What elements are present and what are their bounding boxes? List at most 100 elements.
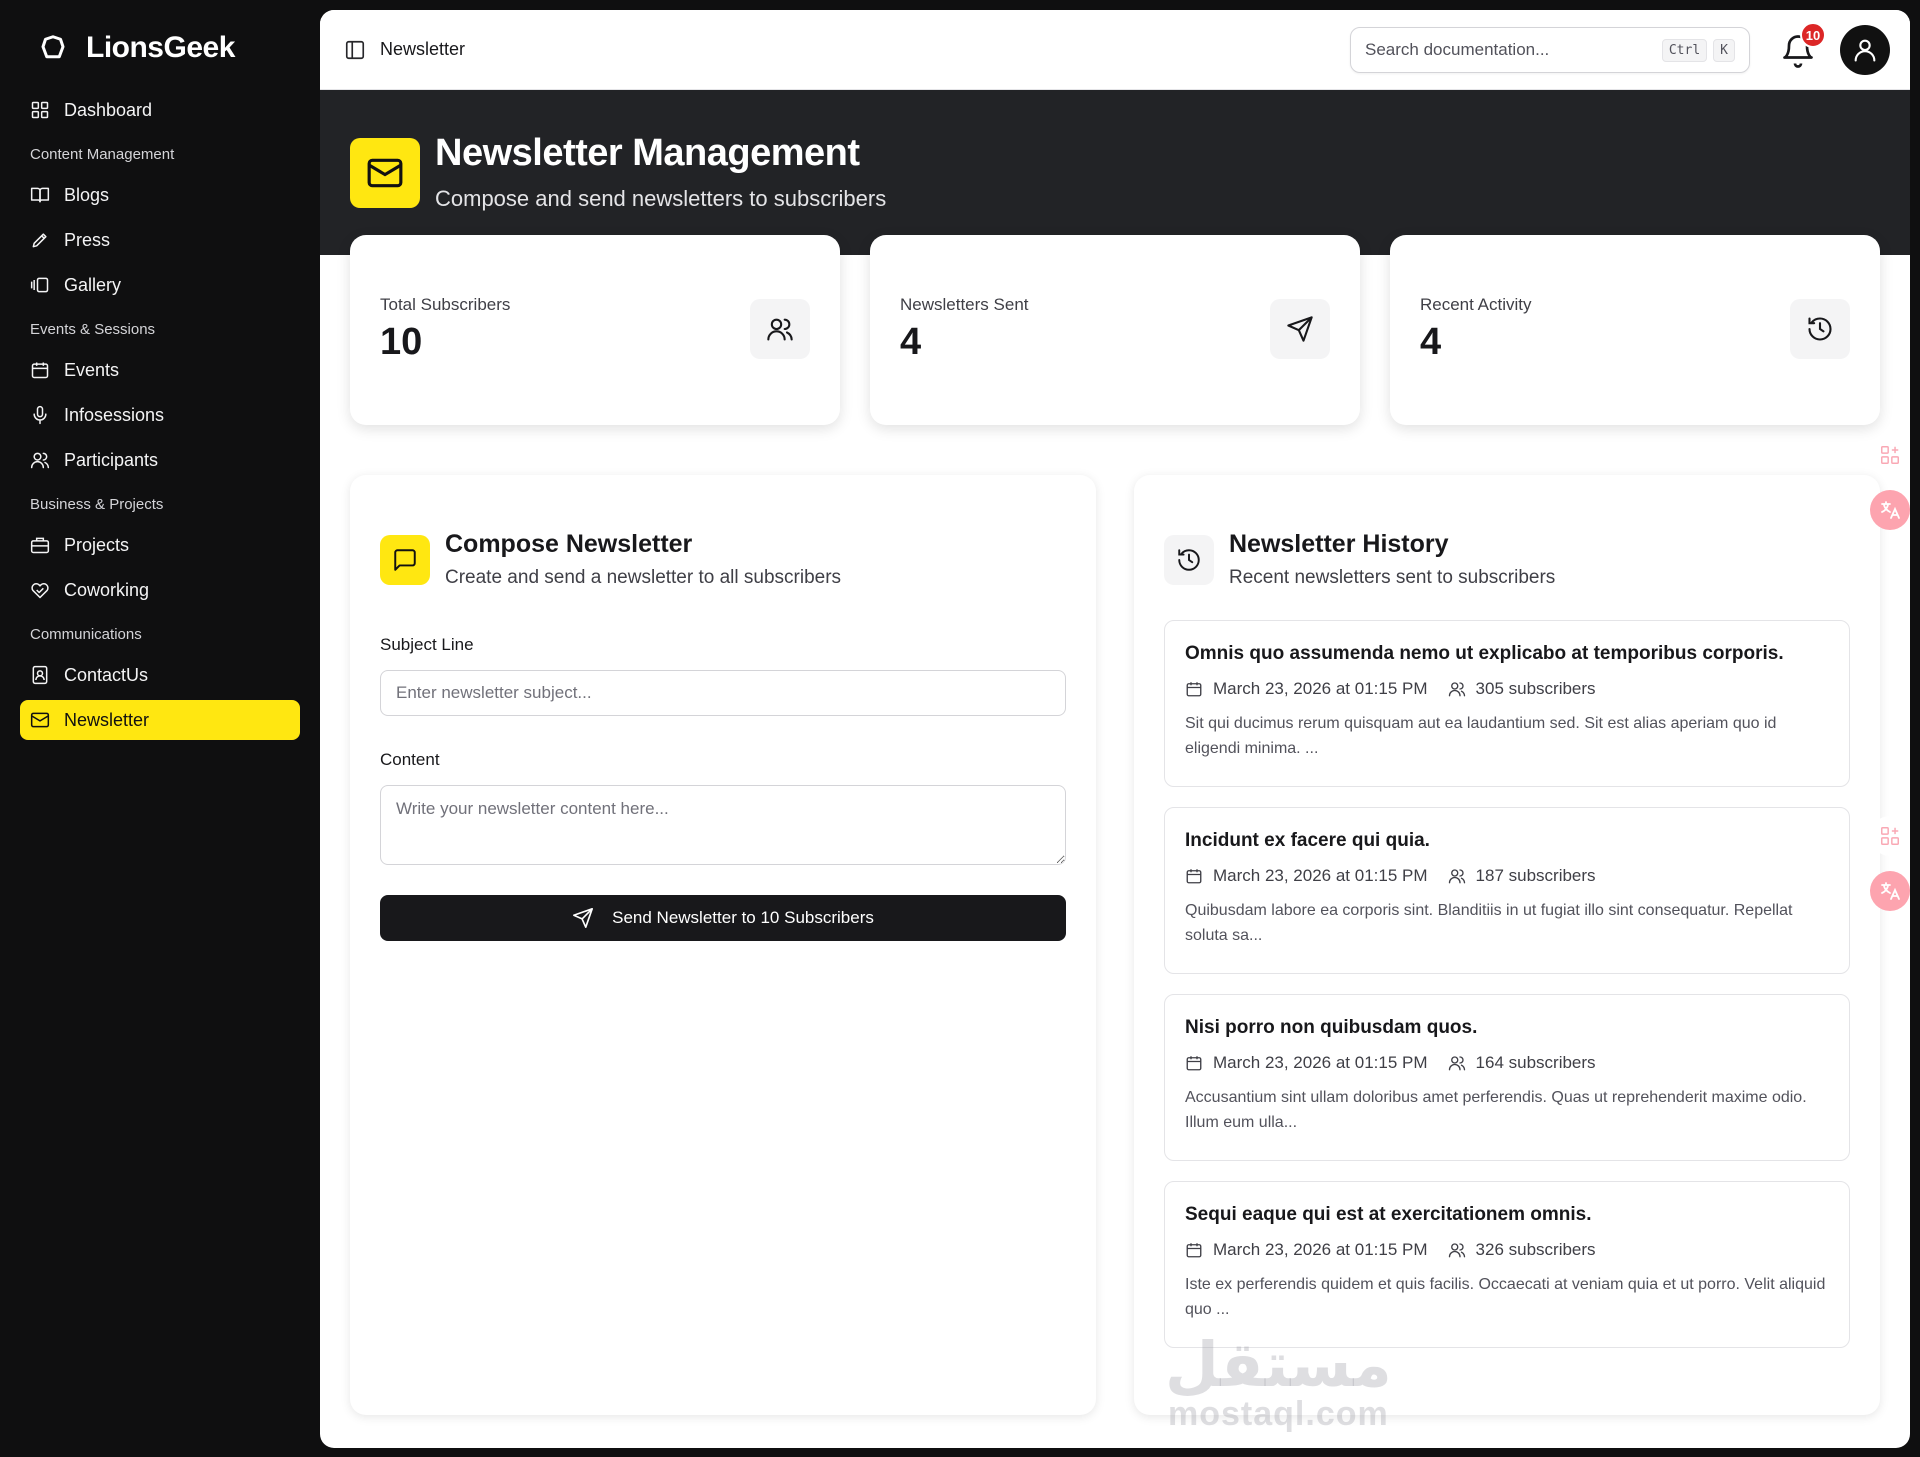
send-newsletter-button[interactable]: Send Newsletter to 10 Subscribers: [380, 895, 1066, 941]
sidebar-item-label: ContactUs: [64, 664, 149, 685]
calendar-icon: [1186, 1243, 1202, 1258]
newsletter-meta: March 23, 2026 at 01:15 PM 326 subscribe…: [1185, 1240, 1829, 1260]
newsletter-excerpt: Quibusdam labore ea corporis sint. Bland…: [1185, 902, 1793, 944]
users-icon: [30, 452, 50, 469]
stat-card-sent: Newsletters Sent 4: [870, 235, 1360, 425]
search-input[interactable]: Search documentation... Ctrl K: [1350, 27, 1750, 73]
sidebar-item-dashboard[interactable]: Dashboard: [20, 90, 300, 130]
kbd-k: K: [1713, 38, 1735, 62]
watermark-latin: mostaql.com: [1168, 1395, 1389, 1433]
calendar-icon: [1186, 682, 1202, 697]
sidebar-item-contactus[interactable]: ContactUs: [20, 655, 300, 695]
stat-card-subscribers: Total Subscribers 10: [350, 235, 840, 425]
list-item[interactable]: Sequi eaque qui est at exercitationem om…: [1164, 1181, 1850, 1348]
widget-apps-icon[interactable]: [1870, 435, 1910, 475]
translate-icon[interactable]: [1870, 871, 1910, 911]
stat-label: Newsletters Sent: [900, 295, 1029, 314]
users-icon: [1448, 1243, 1465, 1258]
history-card: Newsletter History Recent newsletters se…: [1134, 475, 1880, 1415]
stat-value: 4: [900, 321, 922, 363]
stat-card-activity: Recent Activity 4: [1390, 235, 1880, 425]
user-icon: [1854, 39, 1876, 62]
users-icon: [1448, 682, 1465, 697]
newsletter-excerpt: Iste ex perferendis quidem et quis facil…: [1185, 1276, 1826, 1318]
stat-label: Recent Activity: [1420, 295, 1532, 314]
list-item[interactable]: Nisi porro non quibusdam quos. March 23,…: [1164, 994, 1850, 1161]
list-item[interactable]: Incidunt ex facere qui quia. March 23, 2…: [1164, 807, 1850, 974]
stat-value: 10: [380, 321, 423, 363]
list-item[interactable]: Omnis quo assumenda nemo ut explicabo at…: [1164, 620, 1850, 787]
gallery-icon: [30, 277, 49, 293]
stat-label: Total Subscribers: [380, 295, 511, 314]
sidebar: LionsGeek Dashboard Content Management B…: [0, 0, 320, 1457]
topbar: Newsletter Search documentation... Ctrl …: [320, 10, 1910, 90]
sidebar-item-participants[interactable]: Participants: [20, 440, 300, 480]
newsletter-meta: March 23, 2026 at 01:15 PM 164 subscribe…: [1185, 1053, 1829, 1073]
nav-group-comms: Communications: [30, 626, 142, 643]
send-icon: [573, 908, 594, 928]
calendar-icon: [1186, 869, 1202, 884]
newsletter-subscribers: 305 subscribers: [1475, 679, 1596, 698]
sidebar-item-label: Newsletter: [64, 709, 150, 730]
widget-apps-icon[interactable]: [1870, 816, 1910, 856]
mail-icon: [30, 712, 50, 728]
content-label: Content: [380, 750, 440, 769]
nav-group-events: Events & Sessions: [30, 321, 156, 338]
sidebar-item-newsletter[interactable]: Newsletter: [20, 700, 300, 740]
compose-title: Compose Newsletter: [445, 530, 693, 558]
page-header: Newsletter Management Compose and send n…: [320, 90, 1910, 255]
grid-icon: [31, 101, 49, 119]
history-title: Newsletter History: [1229, 530, 1449, 558]
sidebar-item-projects[interactable]: Projects: [20, 525, 300, 565]
newsletter-title: Incidunt ex facere qui quia.: [1185, 830, 1430, 851]
search-placeholder: Search documentation...: [1365, 40, 1550, 59]
brand[interactable]: LionsGeek: [20, 28, 300, 68]
sidebar-item-label: Press: [64, 229, 111, 250]
compose-card: Compose Newsletter Create and send a new…: [350, 475, 1096, 1415]
history-icon: [1164, 535, 1214, 585]
users-icon: [1448, 1056, 1465, 1071]
sidebar-item-label: Events: [64, 359, 120, 380]
translate-icon[interactable]: [1870, 490, 1910, 530]
sidebar-toggle-icon[interactable]: [344, 39, 366, 61]
main-panel: Newsletter Search documentation... Ctrl …: [320, 10, 1910, 1448]
newsletter-date: March 23, 2026 at 01:15 PM: [1213, 1240, 1428, 1259]
newsletter-excerpt: Sit qui ducimus rerum quisquam aut ea la…: [1185, 715, 1777, 757]
subject-input[interactable]: [380, 670, 1066, 716]
content-textarea[interactable]: [380, 785, 1066, 865]
watermark-arabic: مستقل: [1165, 1331, 1392, 1400]
message-square-icon: [380, 535, 430, 585]
sidebar-item-label: Infosessions: [64, 404, 165, 425]
newsletter-subscribers: 187 subscribers: [1475, 866, 1596, 885]
newsletter-date: March 23, 2026 at 01:15 PM: [1213, 679, 1428, 698]
newsletter-title: Omnis quo assumenda nemo ut explicabo at…: [1185, 643, 1784, 664]
briefcase-icon: [30, 537, 50, 554]
sidebar-item-coworking[interactable]: Coworking: [20, 570, 300, 610]
microphone-icon: [33, 405, 47, 425]
stat-value: 4: [1420, 321, 1442, 363]
sidebar-item-label: Participants: [64, 449, 159, 470]
sidebar-item-label: Dashboard: [64, 99, 153, 120]
sidebar-item-blogs[interactable]: Blogs: [20, 175, 300, 215]
newsletter-subscribers: 326 subscribers: [1475, 1240, 1596, 1259]
newsletter-title: Nisi porro non quibusdam quos.: [1185, 1017, 1478, 1038]
newsletter-date: March 23, 2026 at 01:15 PM: [1213, 1053, 1428, 1072]
sidebar-item-events[interactable]: Events: [20, 350, 300, 390]
avatar[interactable]: [1840, 25, 1890, 75]
sidebar-item-label: Gallery: [64, 274, 122, 295]
newsletter-meta: March 23, 2026 at 01:15 PM 305 subscribe…: [1185, 679, 1829, 699]
nav-group-business: Business & Projects: [30, 496, 164, 513]
compose-subtitle: Create and send a newsletter to all subs…: [445, 567, 842, 588]
kbd-ctrl: Ctrl: [1661, 38, 1708, 62]
users-icon: [750, 299, 810, 359]
sidebar-item-press[interactable]: Press: [20, 220, 300, 260]
newsletter-title: Sequi eaque qui est at exercitationem om…: [1185, 1204, 1592, 1225]
lion-logo-icon: [41, 35, 65, 59]
newsletter-excerpt: Accusantium sint ullam doloribus amet pe…: [1185, 1089, 1807, 1131]
sidebar-item-gallery[interactable]: Gallery: [20, 265, 300, 305]
pen-icon: [32, 233, 47, 248]
sidebar-item-infosessions[interactable]: Infosessions: [20, 395, 300, 435]
book-open-icon: [30, 187, 50, 203]
page-subtitle: Compose and send newsletters to subscrib…: [435, 186, 887, 211]
calendar-icon: [31, 362, 49, 379]
